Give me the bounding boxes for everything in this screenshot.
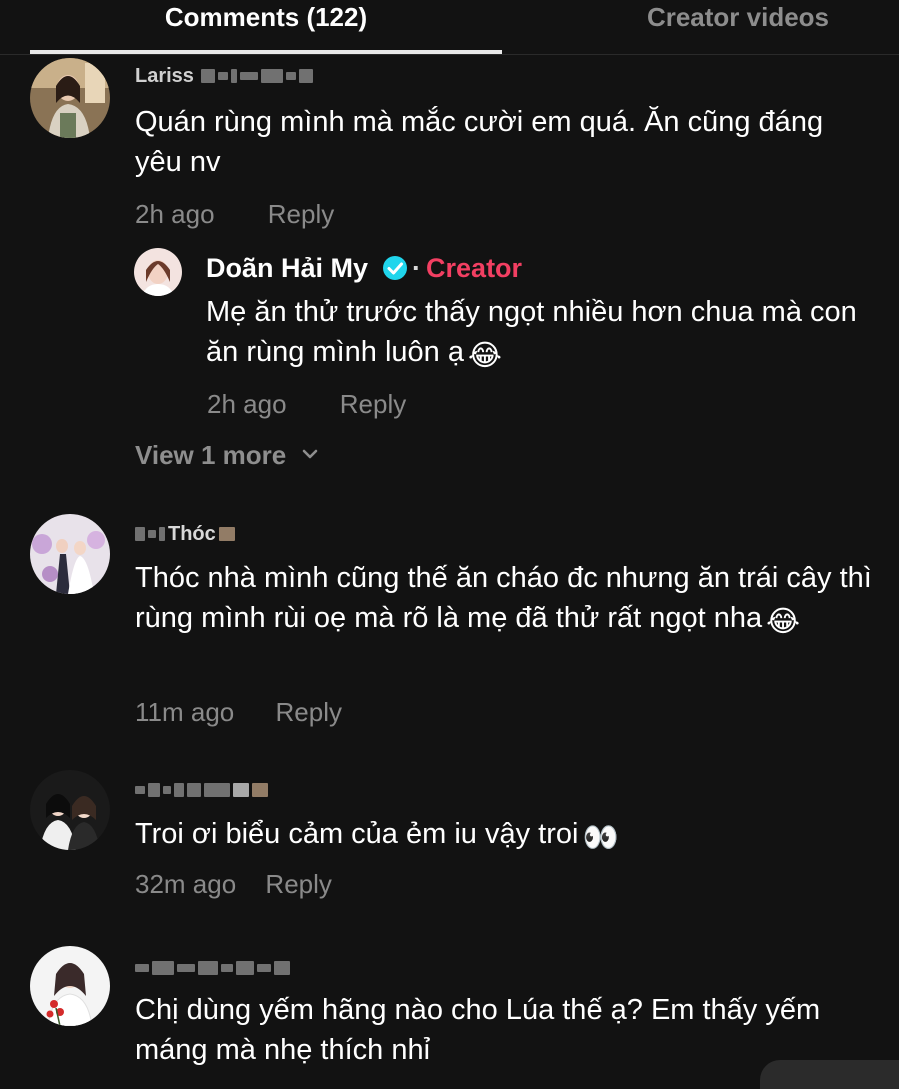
chevron-down-icon [300, 437, 320, 473]
creator-name-row: Doãn Hải My · Creator [206, 250, 522, 286]
comment-body: Thóc nhà mình cũng thế ăn cháo đc nhưng … [135, 562, 872, 634]
comment-meta: 32m ago Reply [135, 868, 332, 900]
comment-text: Thóc nhà mình cũng thế ăn cháo đc nhưng … [135, 558, 885, 642]
reply-button[interactable]: Reply [268, 198, 334, 230]
comment-time: 11m ago [135, 697, 235, 727]
reply-button[interactable]: Reply [340, 388, 406, 420]
comment-username[interactable] [135, 778, 268, 802]
view-more-label: View 1 more [135, 440, 287, 470]
reply-time: 2h ago [207, 389, 287, 419]
creator-name[interactable]: Doãn Hải My [206, 253, 368, 284]
comment-meta: 11m ago Reply [135, 696, 342, 728]
comment-avatar[interactable] [30, 770, 110, 850]
tab-creator-videos[interactable]: Creator videos [502, 0, 899, 34]
comment-username[interactable]: Thóc [135, 522, 235, 546]
comment-avatar[interactable] [30, 58, 110, 138]
comment-tabs: Comments (122) Creator videos [0, 0, 899, 58]
two-girls-avatar [30, 770, 110, 850]
comment-text: Troi ơi biểu cảm của ẻm iu vậy troi 👀 [135, 814, 835, 858]
reply-button[interactable]: Reply [276, 696, 342, 728]
tab-comments[interactable]: Comments (122) [30, 0, 502, 34]
comment-avatar[interactable] [30, 946, 110, 1026]
creator-badge: Creator [426, 252, 523, 283]
view-more-replies-button[interactable]: View 1 more [135, 437, 320, 473]
creator-avatar[interactable] [134, 248, 182, 296]
wedding-couple-avatar [30, 514, 110, 594]
comment-meta: 2h ago Reply [135, 198, 334, 230]
laughing-emoji-icon: 😂 [766, 606, 801, 638]
separator-dot: · [412, 252, 422, 283]
comment-avatar[interactable] [30, 514, 110, 594]
comment-username[interactable] [135, 956, 290, 980]
verified-check-icon [382, 255, 408, 281]
tab-divider [0, 54, 899, 55]
reply-button[interactable]: Reply [265, 868, 331, 900]
woman-with-flowers-avatar [30, 946, 110, 1026]
woman-portrait-avatar [30, 58, 110, 138]
comment-username[interactable]: Lariss [135, 64, 313, 88]
comment-body: Troi ơi biểu cảm của ẻm iu vậy troi [135, 818, 579, 850]
laughing-emoji-icon: 😂 [467, 340, 502, 372]
comment-time: 32m ago [135, 869, 237, 899]
comment-text: Quán rùng mình mà mắc cười em quá. Ăn cũ… [135, 106, 824, 178]
bottom-overlay [760, 1060, 899, 1089]
creator-reply-body: Mẹ ăn thử trước thấy ngọt nhiều hơn chua… [206, 296, 857, 368]
comment-text: Chị dùng yếm hãng nào cho Lúa thế ạ? Em … [135, 994, 821, 1066]
creator-reply-text: Mẹ ăn thử trước thấy ngọt nhiều hơn chua… [206, 292, 896, 376]
creator-avatar-image [134, 248, 182, 296]
comment-time: 2h ago [135, 199, 215, 229]
eyes-emoji-icon: 👀 [582, 822, 619, 854]
creator-reply-meta: 2h ago Reply [207, 388, 406, 420]
